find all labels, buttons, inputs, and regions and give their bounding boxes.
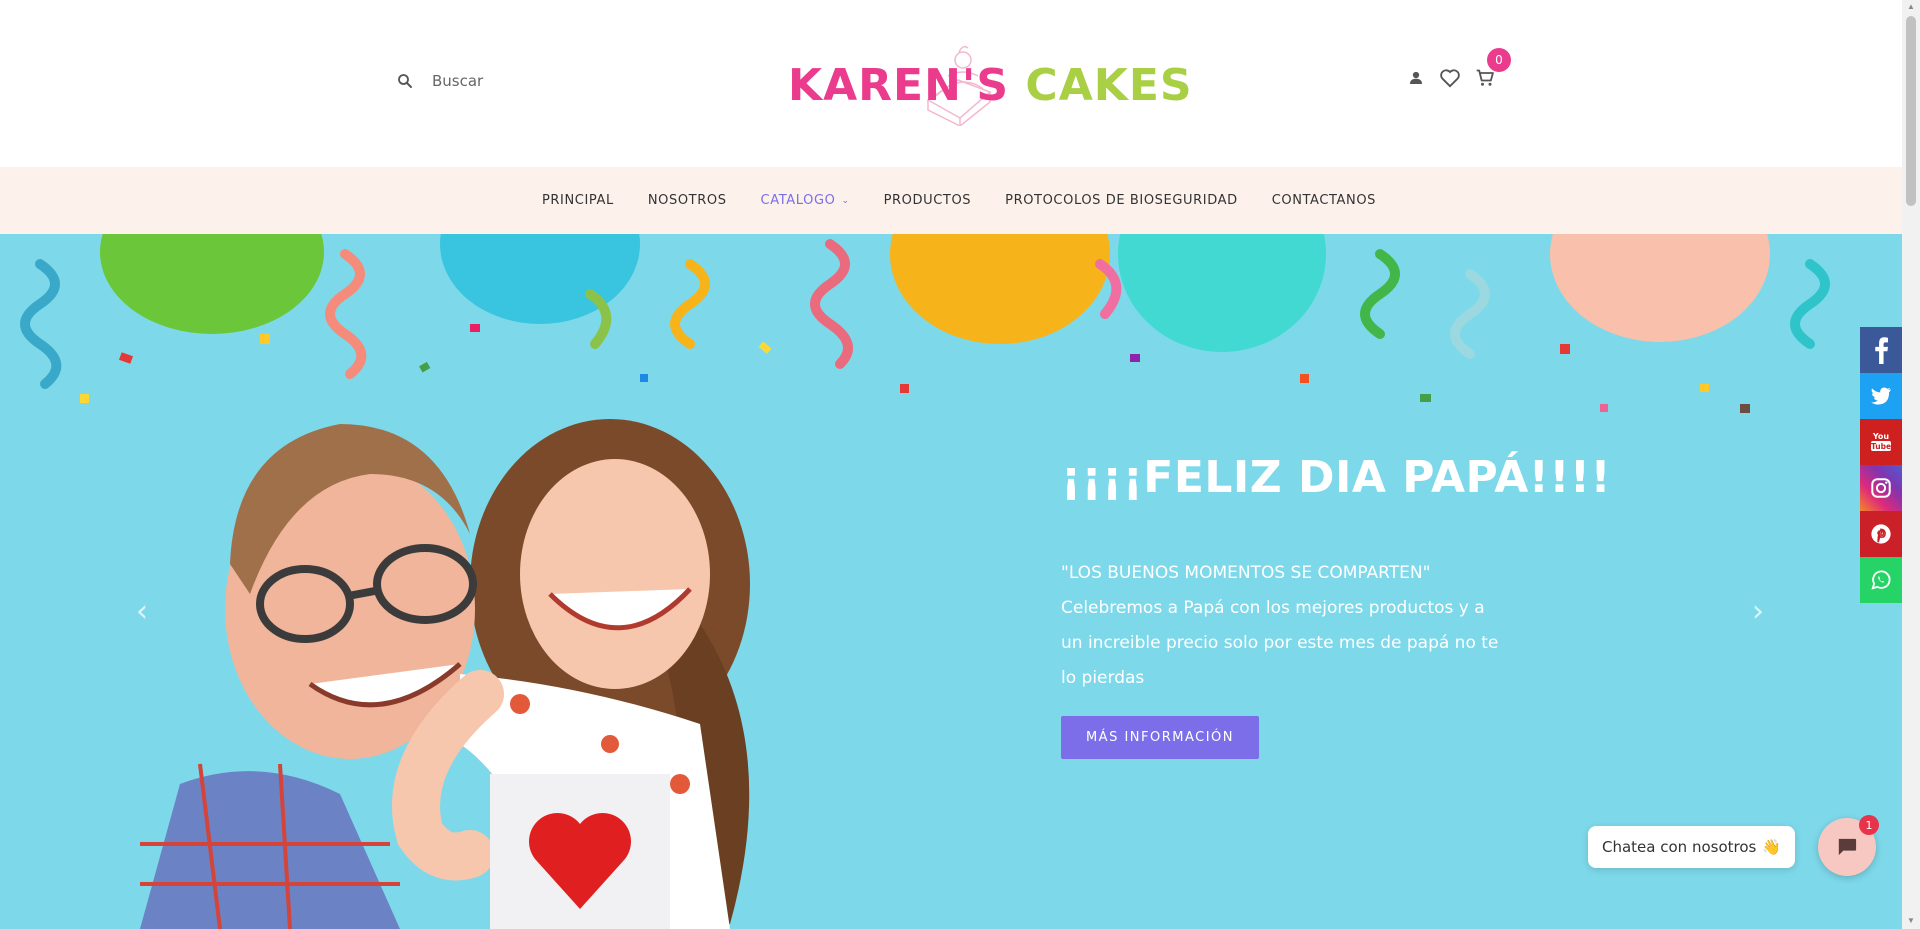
search-input[interactable] [432,72,592,90]
chat-invite-bubble[interactable]: Chatea con nosotros 👋 [1588,826,1796,868]
page-scrollbar[interactable]: ▲ ▼ [1902,0,1920,929]
scroll-down-icon[interactable]: ▼ [1907,916,1915,925]
youtube-icon[interactable]: You Tube [1860,419,1902,465]
social-bar: You Tube [1860,327,1902,603]
more-info-button[interactable]: MÁS INFORMACIÓN [1061,716,1259,759]
header-actions: 0 [1407,48,1511,88]
whatsapp-icon[interactable] [1860,557,1902,603]
nav-item-bioseguridad[interactable]: PROTOCOLOS DE BIOSEGURIDAD [1005,193,1238,208]
slider-next-arrow[interactable]: › [1752,594,1764,629]
chevron-down-icon: ⌄ [841,195,850,206]
chat-notification-badge: 1 [1859,815,1879,835]
instagram-icon[interactable] [1860,465,1902,511]
hero-subtitle: "LOS BUENOS MOMENTOS SE COMPARTEN" Celeb… [1061,563,1499,688]
logo-text: KAREN'S CAKES [788,60,1193,111]
nav-item-contactanos[interactable]: CONTACTANOS [1272,193,1376,208]
pinterest-icon[interactable] [1860,511,1902,557]
svg-text:You: You [1872,432,1890,441]
hero-slider: ¡¡¡¡FELIZ DIA PAPÁ!!!! "LOS BUENOS MOMEN… [0,234,1902,929]
wave-emoji-icon: 👋 [1762,838,1782,856]
facebook-icon[interactable] [1860,327,1902,373]
user-icon[interactable] [1407,69,1425,87]
twitter-icon[interactable] [1860,373,1902,419]
logo[interactable]: KAREN'S CAKES [788,38,1192,130]
main-nav: PRINCIPAL NOSOTROS CATALOGO ⌄ PRODUCTOS … [0,167,1902,234]
scroll-up-icon[interactable]: ▲ [1907,2,1915,11]
nav-item-label: CATALOGO [760,193,836,208]
cart-icon [1476,69,1494,86]
nav-item-catalogo[interactable]: CATALOGO ⌄ [761,193,850,208]
cart-button[interactable]: 0 [1475,48,1511,88]
svg-text:Tube: Tube [1871,442,1891,451]
nav-item-nosotros[interactable]: NOSOTROS [648,193,727,208]
nav-item-principal[interactable]: PRINCIPAL [542,193,614,208]
nav-item-productos[interactable]: PRODUCTOS [884,193,972,208]
slider-prev-arrow[interactable]: ‹ [136,594,148,629]
search-icon[interactable] [396,72,414,90]
chat-label: Chatea con nosotros [1602,838,1757,856]
hero-title: ¡¡¡¡FELIZ DIA PAPÁ!!!! [1061,452,1612,503]
search-bar [396,72,592,90]
site-header: KAREN'S CAKES 0 [0,0,1902,167]
heart-icon[interactable] [1439,68,1461,88]
scroll-thumb[interactable] [1906,16,1916,206]
chat-icon [1838,838,1857,856]
cart-count-badge: 0 [1487,48,1511,72]
hero-image [140,419,750,929]
